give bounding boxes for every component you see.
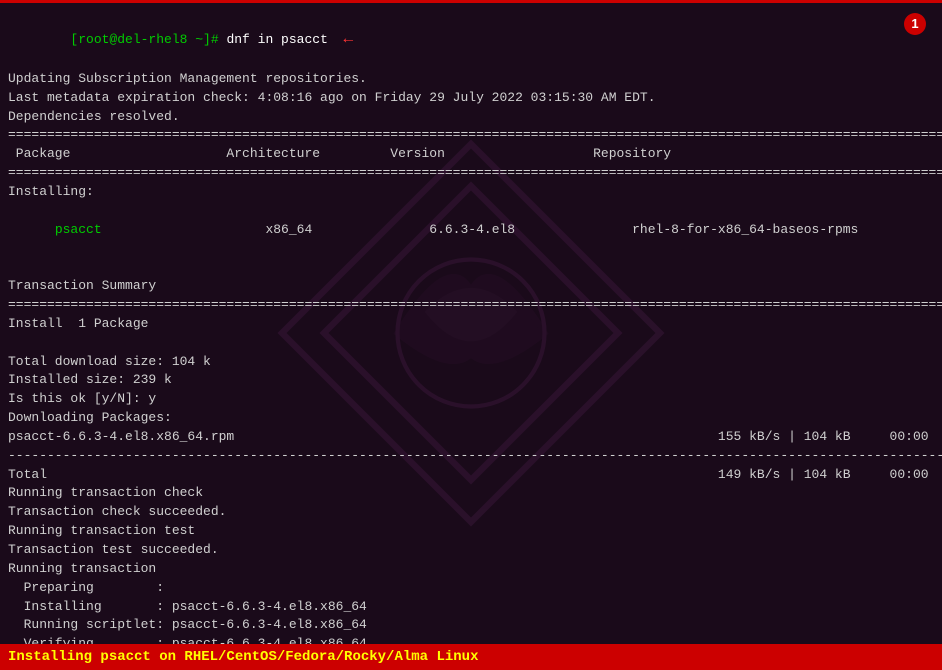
install-count: Install 1 Package (8, 315, 934, 334)
terminal-window: [root@del-rhel8 ~]# dnf in psacct ← 1 Up… (0, 0, 942, 670)
separator-1: ========================================… (8, 126, 934, 145)
command-text: dnf in psacct (226, 32, 327, 47)
blank-1 (8, 258, 934, 277)
total-progress: Total 149 kB/s | 104 kB 00:00 (8, 466, 934, 485)
downloading-label: Downloading Packages: (8, 409, 934, 428)
output-line-2: Last metadata expiration check: 4:08:16 … (8, 89, 934, 108)
transaction-summary: Transaction Summary (8, 277, 934, 296)
arrow-icon: ← (343, 30, 353, 48)
output-line-1: Updating Subscription Management reposit… (8, 70, 934, 89)
installing-label: Installing: (8, 183, 934, 202)
test-succeeded: Transaction test succeeded. (8, 541, 934, 560)
running-transaction: Running transaction (8, 560, 934, 579)
terminal-content: [root@del-rhel8 ~]# dnf in psacct ← 1 Up… (0, 3, 942, 670)
download-progress: psacct-6.6.3-4.el8.x86_64.rpm 155 kB/s |… (8, 428, 934, 447)
scriptlet-line: Running scriptlet: psacct-6.6.3-4.el8.x8… (8, 616, 934, 635)
bottom-banner: Installing psacct on RHEL/CentOS/Fedora/… (0, 644, 942, 670)
output-line-3: Dependencies resolved. (8, 108, 934, 127)
separator-4: ----------------------------------------… (8, 447, 934, 466)
package-row: psacct x86_64 6.6.3-4.el8 rhel-8-for-x86… (8, 202, 934, 259)
confirm-prompt: Is this ok [y/N]: y (8, 390, 934, 409)
check-succeeded: Transaction check succeeded. (8, 503, 934, 522)
download-size: Total download size: 104 k (8, 353, 934, 372)
running-test: Running transaction test (8, 522, 934, 541)
preparing-line: Preparing : 1/1 (8, 579, 934, 598)
table-header: Package Architecture Version Repository … (8, 145, 934, 164)
running-check: Running transaction check (8, 484, 934, 503)
installing-line: Installing : psacct-6.6.3-4.el8.x86_64 1… (8, 598, 934, 617)
blank-2 (8, 334, 934, 353)
banner-text: Installing psacct on RHEL/CentOS/Fedora/… (8, 649, 478, 665)
installed-size: Installed size: 239 k (8, 371, 934, 390)
prompt-line: [root@del-rhel8 ~]# dnf in psacct ← (8, 9, 353, 70)
separator-2: ========================================… (8, 164, 934, 183)
prompt-user: [root@del-rhel8 ~]# (70, 32, 226, 47)
step-badge: 1 (904, 13, 926, 35)
separator-3: ========================================… (8, 296, 934, 315)
